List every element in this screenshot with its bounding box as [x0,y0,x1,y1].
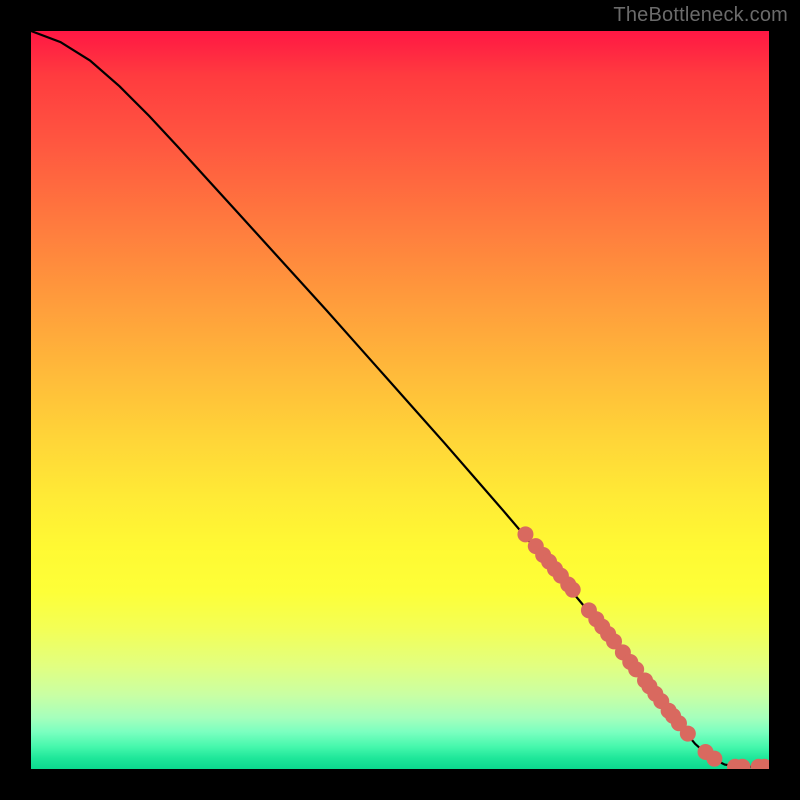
scatter-dot [680,726,696,742]
chart-frame: TheBottleneck.com [0,0,800,800]
scatter-dot [706,751,722,767]
watermark-text: TheBottleneck.com [613,4,788,27]
scatter-dot [565,582,581,598]
curve-line [31,31,769,767]
scatter-markers [517,526,769,769]
plot-area [31,31,769,769]
curve-line-group [31,31,769,767]
chart-svg [31,31,769,769]
